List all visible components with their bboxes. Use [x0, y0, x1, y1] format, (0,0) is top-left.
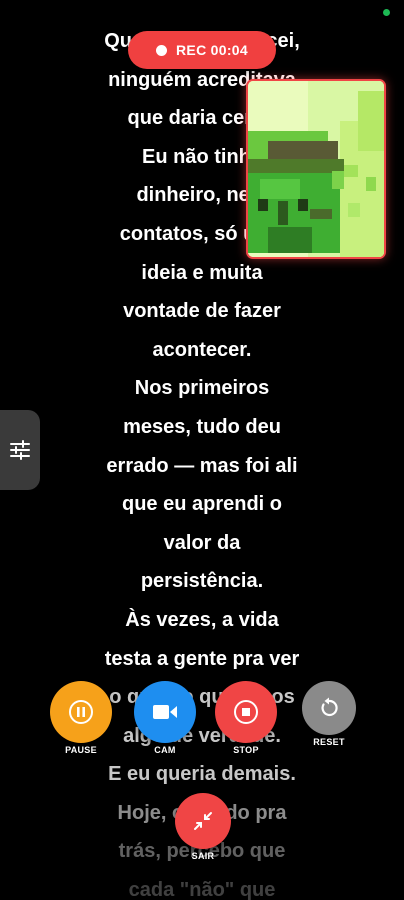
prompter-line: ideia e muita — [141, 261, 263, 284]
prompter-line: vontade de fazer — [123, 300, 281, 323]
stop-label: STOP — [233, 745, 259, 755]
pause-label: PAUSE — [65, 745, 97, 755]
prompter-line: persistência. — [140, 570, 264, 593]
recording-timer: REC 00:04 — [176, 42, 248, 58]
reset-icon — [321, 697, 338, 717]
recording-indicator: REC 00:04 — [128, 31, 276, 69]
sliders-icon — [10, 440, 30, 460]
prompter-line: valor da — [163, 531, 241, 554]
reset-button[interactable] — [302, 681, 356, 735]
camera-control: CAM — [134, 681, 196, 755]
status-indicator — [383, 9, 390, 16]
prompter-line: acontecer. — [152, 338, 252, 361]
reset-control: RESET — [302, 681, 356, 747]
videocam-icon — [153, 705, 177, 719]
prompter-line: que eu aprendi o — [121, 493, 283, 516]
settings-panel-toggle[interactable] — [0, 410, 40, 490]
prompter-line: testa a gente pra ver — [104, 647, 300, 670]
prompter-line: cada "não" que — [128, 879, 276, 900]
camera-toggle-button[interactable] — [134, 681, 196, 743]
pause-button[interactable] — [50, 681, 112, 743]
exit-control: SAIR — [175, 793, 231, 861]
camera-feed-image — [248, 81, 384, 257]
prompter-line: Nos primeiros — [134, 377, 270, 400]
teleprompter-screen: Quando eu comecei, ninguém acreditava qu… — [0, 0, 404, 900]
stop-control: STOP — [215, 681, 277, 755]
pause-control: PAUSE — [50, 681, 112, 755]
stop-button[interactable] — [215, 681, 277, 743]
prompter-line: errado — mas foi ali — [106, 454, 298, 477]
record-dot-icon — [156, 44, 168, 56]
reset-label: RESET — [313, 737, 345, 747]
stop-icon — [234, 700, 258, 724]
pause-icon — [69, 700, 93, 724]
collapse-icon — [194, 812, 212, 830]
camera-preview[interactable] — [246, 79, 386, 259]
exit-label: SAIR — [191, 851, 215, 861]
prompter-line: E eu queria demais. — [108, 763, 296, 786]
prompter-line: meses, tudo deu — [123, 415, 281, 438]
exit-button[interactable] — [175, 793, 231, 849]
camera-label: CAM — [154, 745, 176, 755]
prompter-line: Às vezes, a vida — [125, 608, 279, 631]
